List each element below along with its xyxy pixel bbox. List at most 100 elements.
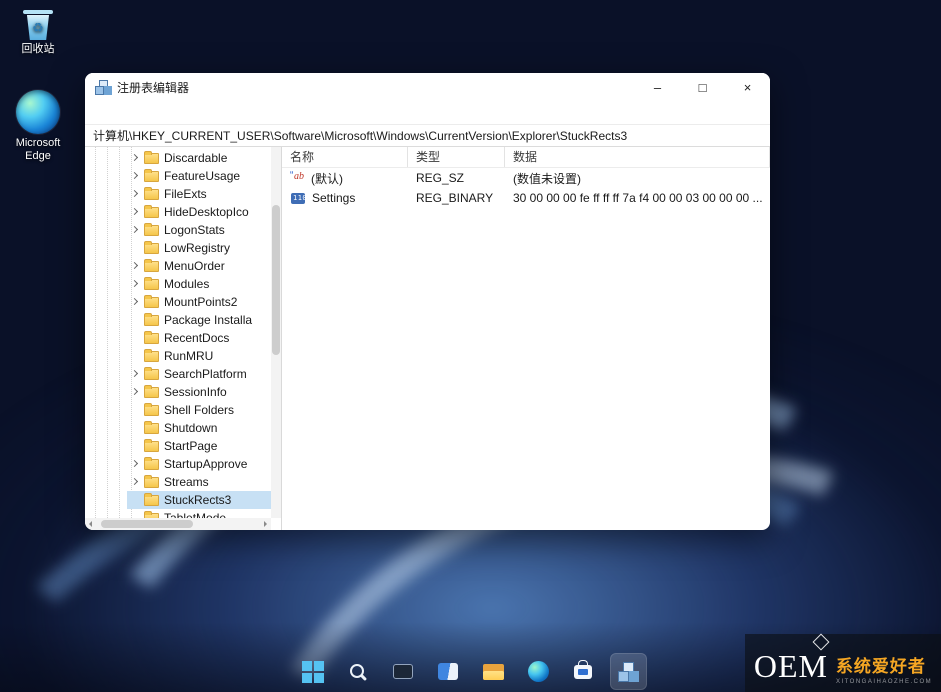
chevron-right-icon[interactable] — [129, 152, 142, 165]
start-button[interactable] — [295, 653, 332, 690]
chevron-right-icon[interactable] — [129, 278, 142, 291]
tree-item[interactable]: RunMRU — [85, 347, 271, 365]
registry-values-list: (默认) REG_SZ (数值未设置) Settings REG_BINARY … — [282, 168, 770, 208]
folder-icon — [144, 495, 159, 506]
taskbar-app-icon — [348, 662, 368, 682]
taskview-button[interactable] — [385, 653, 422, 690]
folder-icon — [144, 405, 159, 416]
tree-item-label: Shutdown — [164, 421, 217, 435]
chevron-right-icon[interactable] — [129, 476, 142, 489]
column-name[interactable]: 名称 — [282, 147, 408, 167]
store-button[interactable] — [565, 653, 602, 690]
widgets-button[interactable] — [430, 653, 467, 690]
tree-item[interactable]: Package Installa — [85, 311, 271, 329]
registry-editor-window: 注册表编辑器 – □ × 计算机\HKEY_CURRENT_USER\Softw… — [85, 73, 770, 530]
column-type[interactable]: 类型 — [408, 147, 505, 167]
chevron-right-icon[interactable] — [129, 440, 142, 453]
search-button[interactable] — [340, 653, 377, 690]
titlebar[interactable]: 注册表编辑器 – □ × — [85, 73, 770, 101]
scrollbar-thumb[interactable] — [101, 520, 193, 528]
column-data[interactable]: 数据 — [505, 147, 770, 167]
tree-vertical-scrollbar[interactable] — [271, 147, 281, 518]
scroll-right-arrow[interactable] — [264, 521, 267, 527]
tree-item[interactable]: Discardable — [85, 149, 271, 167]
folder-icon — [144, 189, 159, 200]
chevron-right-icon[interactable] — [129, 206, 142, 219]
edge-icon — [16, 90, 60, 134]
tree-item[interactable]: SessionInfo — [85, 383, 271, 401]
tree-item-label: StuckRects3 — [164, 493, 231, 507]
chevron-right-icon[interactable] — [129, 458, 142, 471]
tree-item[interactable]: HideDesktopIco — [85, 203, 271, 221]
(默认)[interactable]: (默认) REG_SZ (数值未设置) — [282, 168, 770, 188]
tree-item[interactable]: SearchPlatform — [85, 365, 271, 383]
tree-item[interactable]: Shutdown — [85, 419, 271, 437]
chevron-right-icon[interactable] — [129, 188, 142, 201]
tree-horizontal-scrollbar[interactable] — [85, 518, 271, 530]
registry-tree: Discardable FeatureUsage FileExts — [85, 149, 271, 518]
folder-icon — [144, 441, 159, 452]
folder-icon — [144, 297, 159, 308]
tree-item[interactable]: Shell Folders — [85, 401, 271, 419]
folder-icon — [144, 315, 159, 326]
scroll-left-arrow[interactable] — [89, 521, 92, 527]
tree-item[interactable]: StartupApprove — [85, 455, 271, 473]
chevron-right-icon[interactable] — [129, 494, 142, 507]
tree-item[interactable]: FeatureUsage — [85, 167, 271, 185]
chevron-right-icon[interactable] — [129, 368, 142, 381]
folder-icon — [144, 369, 159, 380]
tree-item[interactable]: StartPage — [85, 437, 271, 455]
tree-item[interactable]: TabletMode — [85, 509, 271, 518]
folder-icon — [144, 351, 159, 362]
tree-item[interactable]: Modules — [85, 275, 271, 293]
tree-item[interactable]: MountPoints2 — [85, 293, 271, 311]
watermark-site-name: 系统爱好者 — [836, 652, 932, 677]
chevron-right-icon[interactable] — [129, 314, 142, 327]
Settings[interactable]: Settings REG_BINARY 30 00 00 00 fe ff ff… — [282, 188, 770, 208]
column-headers: 名称 类型 数据 — [282, 147, 770, 168]
chevron-right-icon[interactable] — [129, 332, 142, 345]
edge-button[interactable] — [520, 653, 557, 690]
tree-item[interactable]: LowRegistry — [85, 239, 271, 257]
chevron-right-icon[interactable] — [129, 386, 142, 399]
scrollbar-thumb[interactable] — [272, 205, 280, 355]
taskbar-app-icon — [574, 665, 592, 679]
chevron-right-icon[interactable] — [129, 422, 142, 435]
address-bar[interactable]: 计算机\HKEY_CURRENT_USER\Software\Microsoft… — [85, 124, 770, 147]
tree-item-label: Discardable — [164, 151, 227, 165]
tree-item-label: Package Installa — [164, 313, 252, 327]
regedit-app-icon — [95, 80, 110, 94]
recycle-bin-shortcut[interactable]: ♻ 回收站 — [6, 8, 70, 56]
tree-item[interactable]: MenuOrder — [85, 257, 271, 275]
maximize-button[interactable]: □ — [680, 73, 725, 101]
tree-item[interactable]: LogonStats — [85, 221, 271, 239]
chevron-right-icon[interactable] — [129, 224, 142, 237]
value-name: (默认) — [311, 170, 343, 187]
tree-item-label: HideDesktopIco — [164, 205, 249, 219]
tree-item-label: StartupApprove — [164, 457, 247, 471]
close-button[interactable]: × — [725, 73, 770, 101]
tree-item[interactable]: Streams — [85, 473, 271, 491]
watermark-caption: XITONGAIHAOZHE.COM — [836, 679, 932, 685]
desktop: ♻ 回收站 Microsoft Edge 注册表编辑器 – □ × 计算机\HK… — [0, 0, 941, 692]
chevron-right-icon[interactable] — [129, 350, 142, 363]
watermark: OEM 系统爱好者 XITONGAIHAOZHE.COM — [745, 634, 941, 692]
chevron-right-icon[interactable] — [129, 170, 142, 183]
chevron-right-icon[interactable] — [129, 296, 142, 309]
edge-shortcut[interactable]: Microsoft Edge — [6, 90, 70, 163]
chevron-right-icon[interactable] — [129, 242, 142, 255]
file-explorer-button[interactable] — [475, 653, 512, 690]
chevron-right-icon[interactable] — [129, 260, 142, 273]
chevron-right-icon[interactable] — [129, 404, 142, 417]
taskbar — [295, 653, 647, 690]
minimize-button[interactable]: – — [635, 73, 680, 101]
tree-item-label: LowRegistry — [164, 241, 230, 255]
tree-item[interactable]: RecentDocs — [85, 329, 271, 347]
tree-item[interactable]: FileExts — [85, 185, 271, 203]
tree-item-label: RecentDocs — [164, 331, 229, 345]
folder-icon — [144, 333, 159, 344]
regedit-button[interactable] — [610, 653, 647, 690]
tree-item-label: RunMRU — [164, 349, 213, 363]
tree-item[interactable]: StuckRects3 — [85, 491, 271, 509]
value-data: (数值未设置) — [505, 170, 770, 187]
